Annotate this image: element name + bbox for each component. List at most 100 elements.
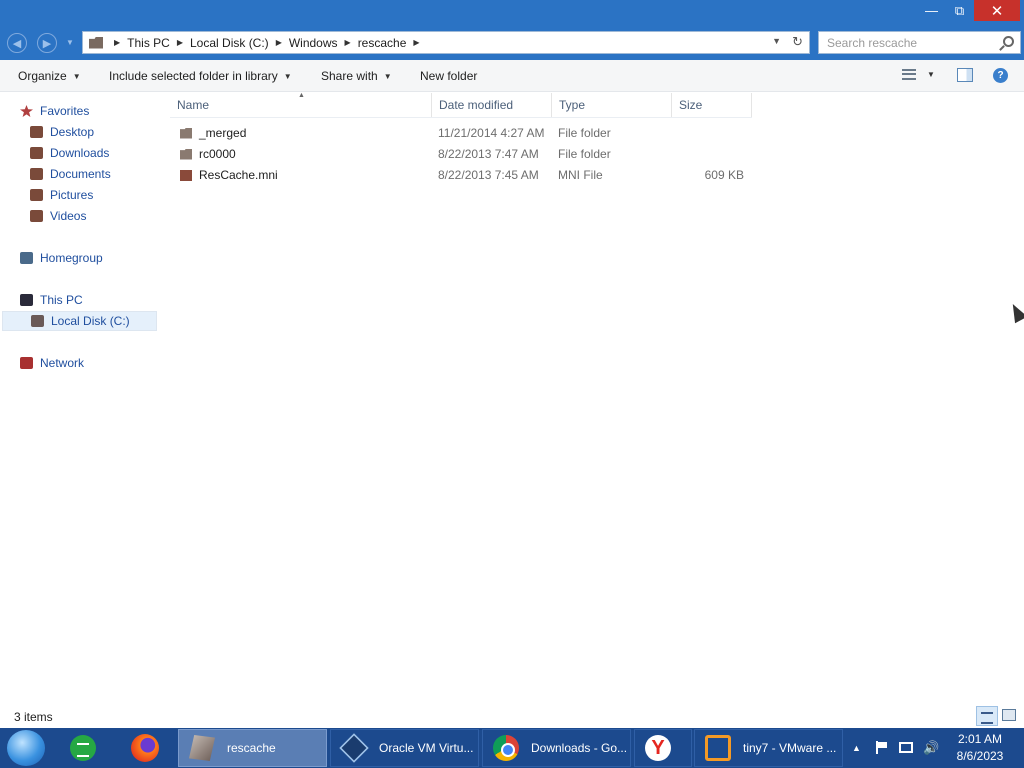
nav-desktop[interactable]: Desktop [30,122,94,142]
nav-local-disk-label: Local Disk (C:) [51,314,130,328]
file-row[interactable]: ResCache.mni 8/22/2013 7:45 AM MNI File … [170,165,752,186]
share-with-button[interactable]: Share with ▼ [321,69,392,83]
star-icon [20,105,33,117]
show-hidden-icons-button[interactable]: ▲ [852,743,861,753]
change-view-icon[interactable] [902,69,916,80]
breadcrumb-rescache[interactable]: rescache [358,36,407,50]
nav-downloads-label: Downloads [50,146,110,160]
computer-icon [20,294,33,306]
arrow-right-icon: ▶ [42,37,52,50]
breadcrumb-local-disk[interactable]: Local Disk (C:) [190,36,269,50]
nav-favorites[interactable]: Favorites [20,101,89,121]
nav-downloads[interactable]: Downloads [30,143,109,163]
taskbar-task-virtualbox[interactable]: Oracle VM Virtu... [330,729,479,767]
file-icon [180,169,192,181]
file-size: 609 KB [704,168,744,182]
close-button[interactable]: ✕ [974,0,1020,21]
google-sheets-icon [70,735,96,761]
clock-date: 8/6/2023 [956,749,1004,763]
file-date-modified: 11/21/2014 4:27 AM [438,126,545,140]
caret-down-icon: ▼ [383,71,392,81]
arrow-left-icon: ◀ [12,37,22,50]
nav-favorites-label: Favorites [40,104,90,118]
chrome-icon [493,735,519,761]
item-count: 3 items [14,710,53,724]
breadcrumb-windows[interactable]: Windows [289,36,338,50]
nav-documents[interactable]: Documents [30,164,111,184]
caret-down-icon: ▼ [283,71,292,81]
firefox-pinned[interactable] [129,732,161,764]
column-header-name[interactable]: Name [170,93,432,117]
task-label: Oracle VM Virtu... [379,741,474,755]
new-folder-button[interactable]: New folder [420,69,477,83]
view-options-dropdown[interactable]: ▼ [927,70,935,79]
large-icons-view-button[interactable] [1002,709,1016,721]
taskbar: rescache Oracle VM Virtu... Downloads - … [0,728,1024,768]
system-clock[interactable]: 2:01 AM 8/6/2023 [948,731,1012,765]
minimize-button[interactable]: — [918,0,945,21]
chevron-right-icon[interactable]: ▶ [114,38,120,47]
downloads-icon [30,147,43,159]
search-placeholder: Search rescache [827,35,918,50]
search-icon[interactable] [1003,36,1014,47]
nav-videos-label: Videos [50,209,87,223]
file-row[interactable]: _merged 11/21/2014 4:27 AM File folder [170,123,752,144]
task-label: rescache [227,741,276,755]
header-divider [170,117,752,118]
chevron-right-icon[interactable]: ▶ [276,38,282,47]
address-history-dropdown[interactable]: ▼ [772,36,781,46]
recent-locations-button[interactable]: ▼ [66,38,74,47]
chevron-right-icon[interactable]: ▶ [177,38,183,47]
file-list: ▲ Name Date modified Type Size _merged 1… [160,92,1024,706]
column-header-date-modified[interactable]: Date modified [432,93,552,117]
nav-homegroup[interactable]: Homegroup [20,248,103,268]
volume-icon[interactable]: 🔊 [923,740,939,756]
organize-button[interactable]: Organize ▼ [18,69,81,83]
nav-local-disk[interactable]: Local Disk (C:) [2,311,157,331]
command-bar: Organize ▼ Include selected folder in li… [0,60,1024,92]
taskbar-task-yandex[interactable]: Y [634,729,692,767]
column-header-size[interactable]: Size [672,93,752,117]
file-name: rc0000 [199,147,236,161]
column-header-type[interactable]: Type [552,93,672,117]
address-row: ◀ ▶ ▼ ▶ This PC ▶ Local Disk (C:) ▶ Wind… [0,25,1024,60]
nav-pictures[interactable]: Pictures [30,185,93,205]
nav-network[interactable]: Network [20,353,84,373]
chevron-right-icon[interactable]: ▶ [345,38,351,47]
task-label: Downloads - Go... [531,741,628,755]
include-library-label: Include selected folder in library [109,69,278,83]
folder-icon [89,36,103,49]
preview-pane-icon[interactable] [957,68,973,82]
chevron-right-icon[interactable]: ▶ [413,38,419,47]
pictures-icon [30,189,43,201]
network-icon [20,357,33,369]
folder-icon [180,127,192,139]
details-view-button[interactable] [976,706,998,726]
google-sheets-pinned[interactable] [67,732,99,764]
virtualbox-icon [339,733,369,763]
file-row[interactable]: rc0000 8/22/2013 7:47 AM File folder [170,144,752,165]
refresh-icon[interactable]: ↻ [792,34,803,50]
taskbar-task-vmware[interactable]: tiny7 - VMware ... [694,729,843,767]
taskbar-task-rescache[interactable]: rescache [178,729,327,767]
caret-down-icon: ▼ [72,71,81,81]
include-in-library-button[interactable]: Include selected folder in library ▼ [109,69,292,83]
nav-this-pc[interactable]: This PC [20,290,83,310]
address-bar[interactable]: ▶ This PC ▶ Local Disk (C:) ▶ Windows ▶ … [82,31,810,54]
forward-button[interactable]: ▶ [37,33,57,53]
file-type: MNI File [558,168,603,182]
back-button[interactable]: ◀ [7,33,27,53]
network-status-icon[interactable] [899,742,913,753]
documents-icon [30,168,43,180]
search-input[interactable]: Search rescache [818,31,1021,54]
taskbar-task-chrome[interactable]: Downloads - Go... [482,729,631,767]
breadcrumb-this-pc[interactable]: This PC [127,36,170,50]
file-date-modified: 8/22/2013 7:47 AM [438,147,539,161]
action-center-flag-icon[interactable] [876,741,888,754]
nav-videos[interactable]: Videos [30,206,86,226]
file-explorer-icon [189,735,215,761]
maximize-button[interactable]: ⧉ [946,0,973,21]
help-icon[interactable]: ? [993,68,1008,83]
start-button[interactable] [7,730,45,766]
file-type: File folder [558,126,611,140]
